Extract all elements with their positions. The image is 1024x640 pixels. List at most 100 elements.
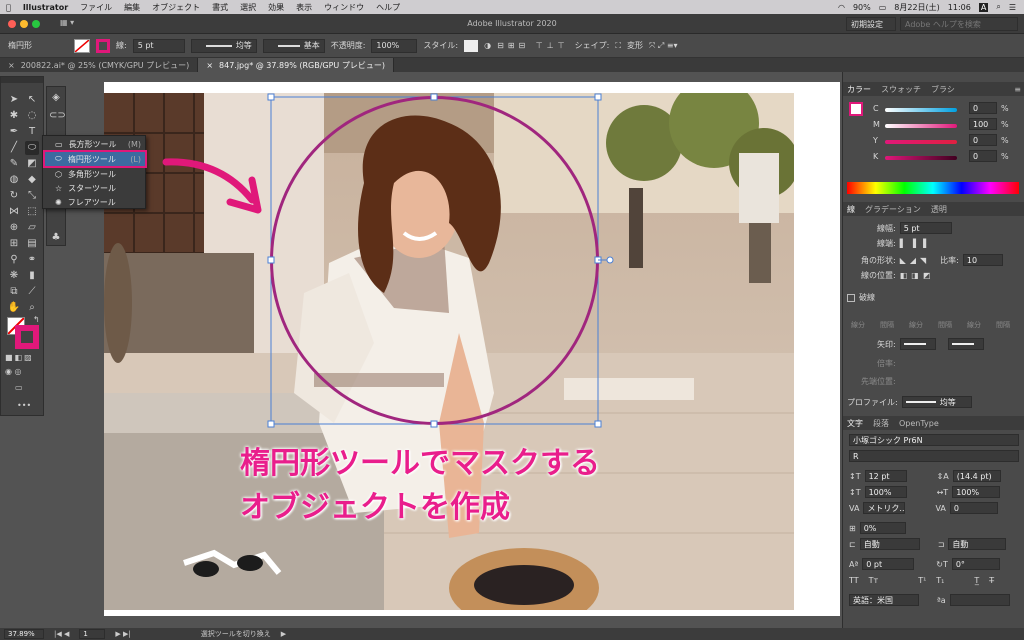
polygon-tool-item[interactable]: ⬡ 多角形ツール [45, 167, 145, 181]
menu-window[interactable]: ウィンドウ [318, 2, 370, 13]
antialias-select[interactable] [949, 594, 1010, 606]
panel-menu-icon[interactable]: ≡ [1014, 85, 1024, 94]
swap-colors-icon[interactable]: ↰ [33, 315, 40, 324]
eyedropper-tool-icon[interactable]: ⚲ [7, 253, 21, 267]
type-tool-icon[interactable]: T [25, 125, 39, 139]
tab-gradient[interactable]: グラデーション [865, 204, 921, 215]
input-source-icon[interactable]: A [978, 2, 989, 12]
baseline-field[interactable]: 0 pt [862, 558, 915, 570]
arrow-start-select[interactable] [899, 338, 936, 350]
superscript-icon[interactable]: T¹ [918, 576, 926, 585]
corner-buttons[interactable]: ◣◢◥ [900, 256, 930, 265]
blob-brush-tool-icon[interactable]: ◍ [7, 173, 21, 187]
slider-k[interactable] [885, 156, 957, 160]
edit-toolbar-icon[interactable]: ••• [17, 401, 31, 410]
zoom-tool-icon[interactable]: ⌕ [25, 301, 39, 315]
shaper-tool-icon[interactable]: ◩ [25, 157, 39, 171]
slider-y[interactable] [885, 140, 957, 144]
transform-label[interactable]: 変形 [627, 40, 643, 51]
aki-right-field[interactable]: 自動 [948, 538, 1007, 550]
slice-tool-icon[interactable]: ⟋ [25, 285, 39, 299]
aki-left-field[interactable]: 自動 [859, 538, 920, 550]
date-label[interactable]: 8月22日(土) [894, 2, 940, 13]
star-tool-item[interactable]: ☆ スターツール [45, 181, 145, 195]
gradient-tool-icon[interactable]: ▤ [25, 237, 39, 251]
tab-paragraph[interactable]: 段落 [873, 418, 889, 429]
shape-builder-tool-icon[interactable]: ⊕ [7, 221, 21, 235]
artboard-nav-icons[interactable]: |◀ ◀ [54, 630, 69, 638]
profile-select[interactable]: 均等 [901, 396, 972, 408]
help-search-input[interactable]: Adobe ヘルプを検索 [900, 17, 1018, 31]
blend-tool-icon[interactable]: ⚭ [25, 253, 39, 267]
tab-stroke[interactable]: 線 [847, 204, 855, 215]
fill-swatch[interactable] [74, 38, 90, 53]
recolor-icon[interactable]: ◑ [484, 41, 491, 50]
style-swatch[interactable] [464, 39, 479, 52]
tsume-field[interactable]: 0% [859, 522, 906, 534]
tab-847[interactable]: × 847.jpg* @ 37.89% (RGB/GPU プレビュー) [198, 58, 394, 72]
color-mode-icons[interactable]: ■◧▨ [5, 353, 34, 362]
color-spectrum[interactable] [847, 182, 1019, 194]
opacity-label[interactable]: 不透明度: [331, 40, 366, 51]
workspace-switcher[interactable]: 初期設定 [846, 17, 896, 31]
stroke-color-box[interactable] [15, 325, 39, 349]
menu-help[interactable]: ヘルプ [370, 2, 406, 13]
cap-buttons[interactable]: ▌▐▐ [900, 239, 930, 248]
lasso-tool-icon[interactable]: ◌ [25, 109, 39, 123]
rotation-field[interactable]: 0° [951, 558, 1000, 570]
menu-app[interactable]: Illustrator [17, 3, 74, 12]
symbol-sprayer-tool-icon[interactable]: ❋ [7, 269, 21, 283]
text-style-buttons[interactable]: TT Tт T¹ T₁ T̲ T̶ [849, 576, 994, 585]
channel-c-field[interactable]: 0 [969, 102, 997, 114]
font-size-field[interactable]: 12 pt [864, 470, 907, 482]
tab-character[interactable]: 文字 [847, 418, 863, 429]
language-select[interactable]: 英語：米国 [849, 594, 919, 606]
club-symbol-icon[interactable]: ♣ [49, 231, 63, 245]
artboard-nav-next-icons[interactable]: ▶ ▶| [115, 630, 130, 638]
free-transform-tool-icon[interactable]: ⬚ [25, 205, 39, 219]
underline-icon[interactable]: T̲ [974, 576, 979, 585]
menu-edit[interactable]: 編集 [118, 2, 146, 13]
shape-options-icon[interactable]: ⛶ [615, 41, 621, 51]
tab-color[interactable]: カラー [847, 84, 871, 95]
zoom-field[interactable]: 37.89% [4, 629, 44, 639]
toolbar-grip[interactable] [1, 77, 43, 83]
mesh-tool-icon[interactable]: ⊞ [7, 237, 21, 251]
flare-tool-item[interactable]: ✺ フレアツール [45, 195, 145, 209]
subscript-icon[interactable]: T₁ [936, 576, 944, 585]
font-family-select[interactable]: 小塚ゴシック Pr6N [849, 434, 1019, 446]
tab-close-icon[interactable]: × [206, 61, 213, 70]
battery-level[interactable]: 90% [853, 3, 871, 12]
channel-m-field[interactable]: 100 [969, 118, 997, 130]
ellipse-tool-item[interactable]: ⬭ 楕円形ツール (L) [43, 150, 147, 168]
artboard-number-field[interactable]: 1 [79, 629, 106, 639]
variable-width-profile[interactable]: 均等 [190, 38, 257, 53]
draw-mode-icons[interactable]: ◉ ◎ [5, 367, 22, 376]
leading-field[interactable]: (14.4 pt) [952, 470, 1001, 482]
perspective-tool-icon[interactable]: ▱ [25, 221, 39, 235]
slider-m[interactable] [885, 124, 957, 128]
rotate-tool-icon[interactable]: ↻ [7, 189, 21, 203]
pen-tool-icon[interactable]: ✒ [7, 125, 21, 139]
tab-transparency[interactable]: 透明 [931, 204, 947, 215]
status-menu-icon[interactable]: ▶ [281, 630, 286, 638]
tab-brushes[interactable]: ブラシ [931, 84, 955, 95]
strikethrough-icon[interactable]: T̶ [989, 576, 994, 585]
line-tool-icon[interactable]: ╱ [7, 141, 21, 155]
scale-tool-icon[interactable]: ⤡ [25, 189, 39, 203]
width-tool-icon[interactable]: ⋈ [7, 205, 21, 219]
tab-opentype[interactable]: OpenType [899, 419, 939, 428]
layers-icon[interactable]: ◈ [49, 91, 63, 105]
menu-file[interactable]: ファイル [74, 2, 118, 13]
all-caps-icon[interactable]: TT [849, 576, 859, 585]
wifi-icon[interactable]: ◠ [838, 3, 845, 12]
stroke-swatch[interactable] [96, 38, 110, 53]
artboard-tool-icon[interactable]: ⧉ [7, 285, 21, 299]
time-label[interactable]: 11:06 [948, 3, 971, 12]
align-icons[interactable]: ⊟⊞⊟ ⊤⊥⊤ [497, 41, 569, 50]
control-center-icon[interactable]: ☰ [1009, 3, 1016, 12]
tab-swatches[interactable]: スウォッチ [881, 84, 921, 95]
stroke-weight-field[interactable]: 5 pt [899, 222, 952, 234]
small-caps-icon[interactable]: Tт [869, 576, 879, 585]
align-buttons[interactable]: ◧◨◩ [900, 271, 935, 280]
